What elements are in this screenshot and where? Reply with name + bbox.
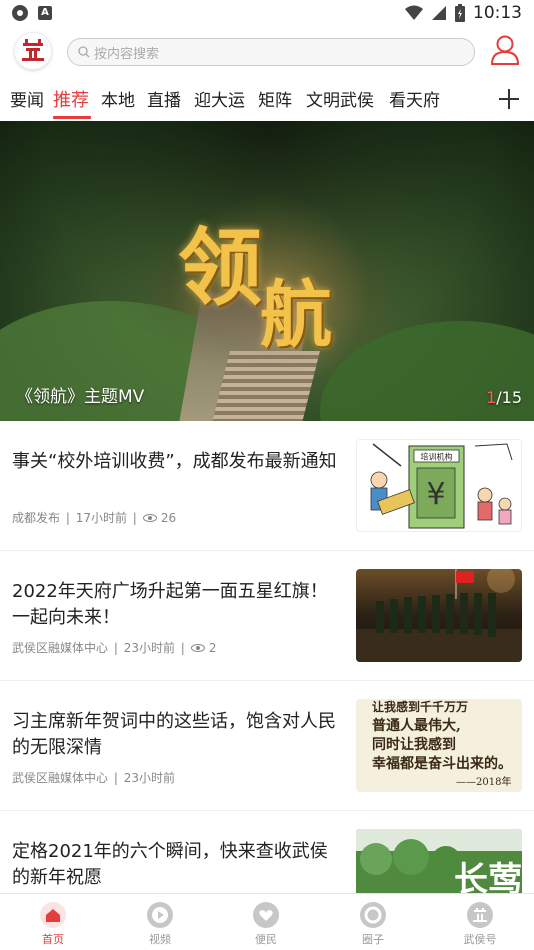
nav-home[interactable]: 首页	[18, 902, 88, 947]
svg-text:——2018年: ——2018年	[456, 775, 511, 788]
news-thumbnail	[356, 569, 522, 662]
channel-tabs: 要闻 推荐 本地 直播 迎大运 矩阵 文明武侯 看天府	[0, 80, 534, 120]
tab-yingdayun[interactable]: 迎大运	[194, 86, 245, 111]
news-title: 事关“校外培训收费”，成都发布最新通知	[12, 451, 337, 472]
bottom-navigation: 首页 视频 便民 圈子 武侯号	[0, 893, 534, 950]
circle-icon	[360, 902, 386, 928]
user-profile-icon[interactable]	[490, 34, 520, 66]
tab-kantianfu[interactable]: 看天府	[389, 86, 440, 111]
nav-quanzi[interactable]: 圈子	[338, 902, 408, 947]
banner-caption: 《领航》主题MV	[16, 387, 145, 407]
clock: 10:13	[473, 3, 522, 23]
video-play-icon	[147, 902, 173, 928]
svg-text:培训机构: 培训机构	[421, 452, 453, 462]
tab-juzhen[interactable]: 矩阵	[258, 86, 292, 111]
nav-wuhouhao[interactable]: 武侯号	[445, 902, 515, 947]
svg-text:¥: ¥	[426, 477, 445, 512]
banner-carousel[interactable]: 领 航 《领航》主题MV 1/15	[0, 121, 534, 421]
news-title: 2022年天府广场升起第一面五星红旗！一起向未来！	[12, 581, 328, 628]
news-meta: 武侯区融媒体中心 | 23小时前 | 2	[12, 640, 217, 656]
nav-video[interactable]: 视频	[125, 902, 195, 947]
tab-zhibo[interactable]: 直播	[147, 86, 181, 111]
search-input[interactable]: 按内容搜索	[67, 38, 475, 66]
tab-bendi[interactable]: 本地	[101, 86, 135, 111]
news-item-3[interactable]: 习主席新年贺词中的这些话，饱含对人民的无限深情 武侯区融媒体中心 | 23小时前…	[0, 681, 534, 811]
banner-pager: 1/15	[486, 388, 522, 407]
wifi-icon	[405, 5, 423, 20]
news-title: 习主席新年贺词中的这些话，饱含对人民的无限深情	[12, 711, 336, 758]
tab-tuijian[interactable]: 推荐	[53, 86, 89, 112]
svg-text:让我感到千千万万: 让我感到千千万万	[372, 699, 468, 714]
tab-yaowen[interactable]: 要闻	[10, 86, 44, 111]
app-logo-icon[interactable]	[14, 32, 52, 70]
app-header: 按内容搜索	[0, 30, 534, 74]
home-icon	[40, 902, 66, 928]
tab-wenmingwuhou[interactable]: 文明武侯	[306, 86, 374, 111]
active-tab-indicator	[53, 116, 91, 119]
svg-text:普通人最伟大,: 普通人最伟大,	[372, 717, 461, 734]
status-bar: A 10:13	[0, 0, 534, 28]
wuhou-logo-icon	[467, 902, 493, 928]
signal-icon	[432, 6, 446, 20]
add-channel-icon[interactable]	[498, 88, 520, 110]
battery-icon	[455, 4, 465, 22]
sync-icon	[12, 5, 28, 21]
nav-bianmin[interactable]: 便民	[231, 902, 301, 947]
notification-a-icon: A	[38, 6, 52, 20]
svg-text:幸福都是奋斗出来的。: 幸福都是奋斗出来的。	[372, 755, 512, 772]
views-icon	[142, 513, 157, 522]
news-title: 定格2021年的六个瞬间，快来查收武侯的新年祝愿	[12, 841, 328, 888]
views-icon	[190, 643, 205, 652]
svg-text:同时让我感到: 同时让我感到	[372, 736, 456, 753]
search-placeholder: 按内容搜索	[94, 46, 160, 62]
news-meta: 武侯区融媒体中心 | 23小时前	[12, 770, 175, 786]
news-meta: 成都发布 | 17小时前 | 26	[12, 510, 177, 526]
news-thumbnail: 让我感到千千万万 普通人最伟大, 同时让我感到 幸福都是奋斗出来的。 ——201…	[356, 699, 522, 792]
heart-icon	[253, 902, 279, 928]
news-item-1[interactable]: 事关“校外培训收费”，成都发布最新通知 成都发布 | 17小时前 | 26 培训…	[0, 421, 534, 551]
news-thumbnail: 培训机构 ¥	[356, 439, 522, 532]
search-icon	[78, 46, 90, 58]
news-item-2[interactable]: 2022年天府广场升起第一面五星红旗！一起向未来！ 武侯区融媒体中心 | 23小…	[0, 551, 534, 681]
